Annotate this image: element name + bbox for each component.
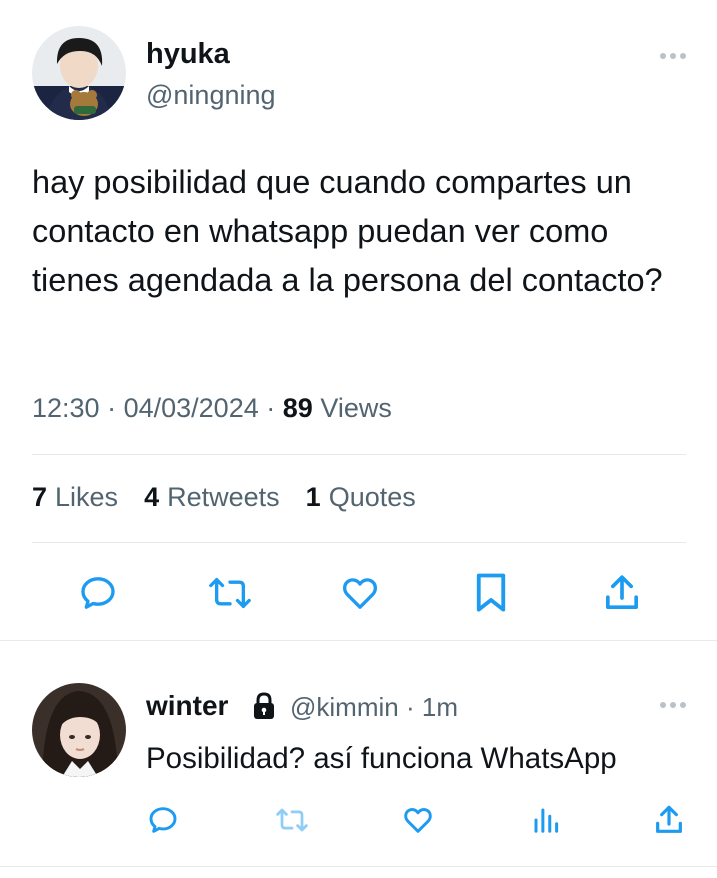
views-label: Views (320, 393, 392, 423)
lock-icon (252, 691, 276, 721)
tweet-time: 12:30 (32, 393, 100, 423)
like-icon[interactable] (335, 568, 385, 618)
section-divider (0, 640, 717, 641)
tweet-text: hay posibilidad que cuando compartes un … (32, 164, 663, 298)
views-icon[interactable] (526, 800, 566, 840)
views-count: 89 (282, 393, 313, 423)
tweet-stats: 7 Likes 4 Retweets 1 Quotes (32, 482, 416, 513)
retweet-icon[interactable] (272, 800, 312, 840)
tweet-meta: 12:30 · 04/03/2024 · 89 Views (32, 393, 392, 423)
bookmark-icon[interactable] (466, 568, 516, 618)
divider (32, 454, 686, 455)
reply-author-handle[interactable]: @kimmin (290, 692, 399, 722)
retweets-stat[interactable]: 4 Retweets (144, 482, 280, 513)
likes-stat[interactable]: 7 Likes (32, 482, 118, 513)
like-icon[interactable] (398, 800, 438, 840)
reply-author-name[interactable]: winter (146, 690, 228, 722)
author-avatar[interactable] (32, 26, 126, 120)
tweet-actions (0, 568, 717, 618)
author-name[interactable]: hyuka (146, 38, 230, 71)
divider (32, 542, 686, 543)
retweet-icon[interactable] (205, 568, 255, 618)
more-options-icon[interactable] (660, 48, 690, 64)
main-tweet: hyuka @ningning hay posibilidad que cuan… (0, 0, 717, 640)
reply-icon[interactable] (143, 800, 183, 840)
section-divider (0, 866, 717, 867)
quotes-stat[interactable]: 1 Quotes (306, 482, 416, 513)
more-options-icon[interactable] (660, 697, 690, 713)
reply-actions (0, 800, 717, 840)
reply-time: 1m (421, 692, 458, 722)
reply-text: Posibilidad? así funciona WhatsApp (146, 742, 617, 775)
tweet-date: 04/03/2024 (123, 393, 259, 423)
reply-handle-line: @kimmin · 1m (290, 692, 458, 722)
share-icon[interactable] (649, 800, 689, 840)
reply-icon[interactable] (73, 568, 123, 618)
reply-author-avatar[interactable] (32, 683, 126, 777)
author-handle[interactable]: @ningning (146, 80, 276, 111)
share-icon[interactable] (597, 568, 647, 618)
